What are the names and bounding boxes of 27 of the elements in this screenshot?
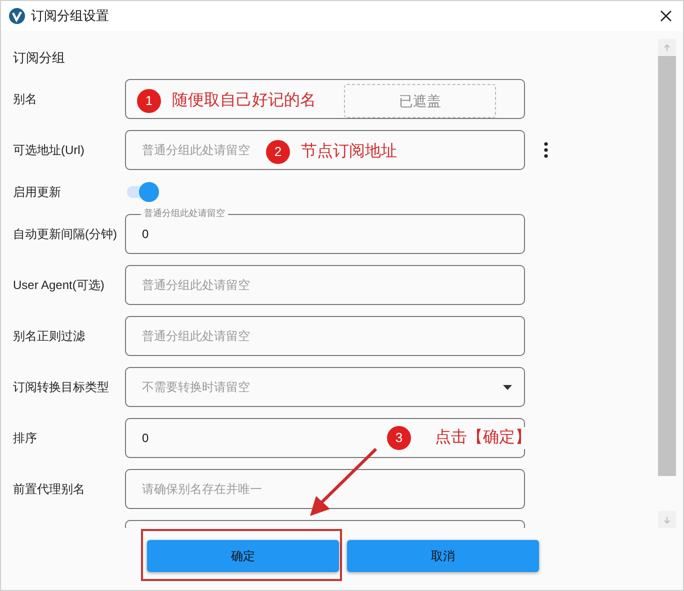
field-label: 订阅转换目标类型 [13, 380, 109, 394]
field-label: User Agent(可选) [13, 278, 104, 292]
close-icon[interactable] [660, 10, 672, 22]
down-arrow-icon [663, 516, 671, 524]
redaction-mask: 已遮盖 [344, 84, 496, 118]
field-label: 可选地址(Url) [13, 143, 84, 157]
scrollbar-thumb[interactable] [658, 56, 676, 476]
input-field[interactable]: 请确保别名存在并唯一 [125, 469, 525, 509]
caret-icon [503, 384, 512, 390]
more-menu-icon[interactable] [544, 142, 548, 158]
field-label: 别名正则过滤 [13, 329, 85, 343]
field-label: 别名 [13, 92, 37, 106]
cancel-button[interactable]: 取消 [347, 540, 539, 572]
toggle-switch[interactable] [125, 181, 159, 203]
up-arrow-icon [663, 44, 671, 52]
field-label: 启用更新 [13, 185, 61, 199]
field-label: 前置代理别名 [13, 482, 85, 496]
input-field[interactable]: 普通分组此处请留空 [125, 316, 525, 356]
input-field[interactable]: 普通分组此处请留空 [125, 265, 525, 305]
floating-label: 普通分组此处请留空 [141, 208, 228, 219]
section-title: 订阅分组 [13, 49, 65, 67]
confirm-button[interactable]: 确定 [147, 540, 339, 572]
window-title: 订阅分组设置 [31, 7, 109, 26]
app-logo-icon [9, 8, 25, 24]
field-label: 自动更新间隔(分钟) [13, 227, 117, 241]
field-label: 排序 [13, 431, 37, 445]
pointer-arrow [310, 448, 378, 516]
